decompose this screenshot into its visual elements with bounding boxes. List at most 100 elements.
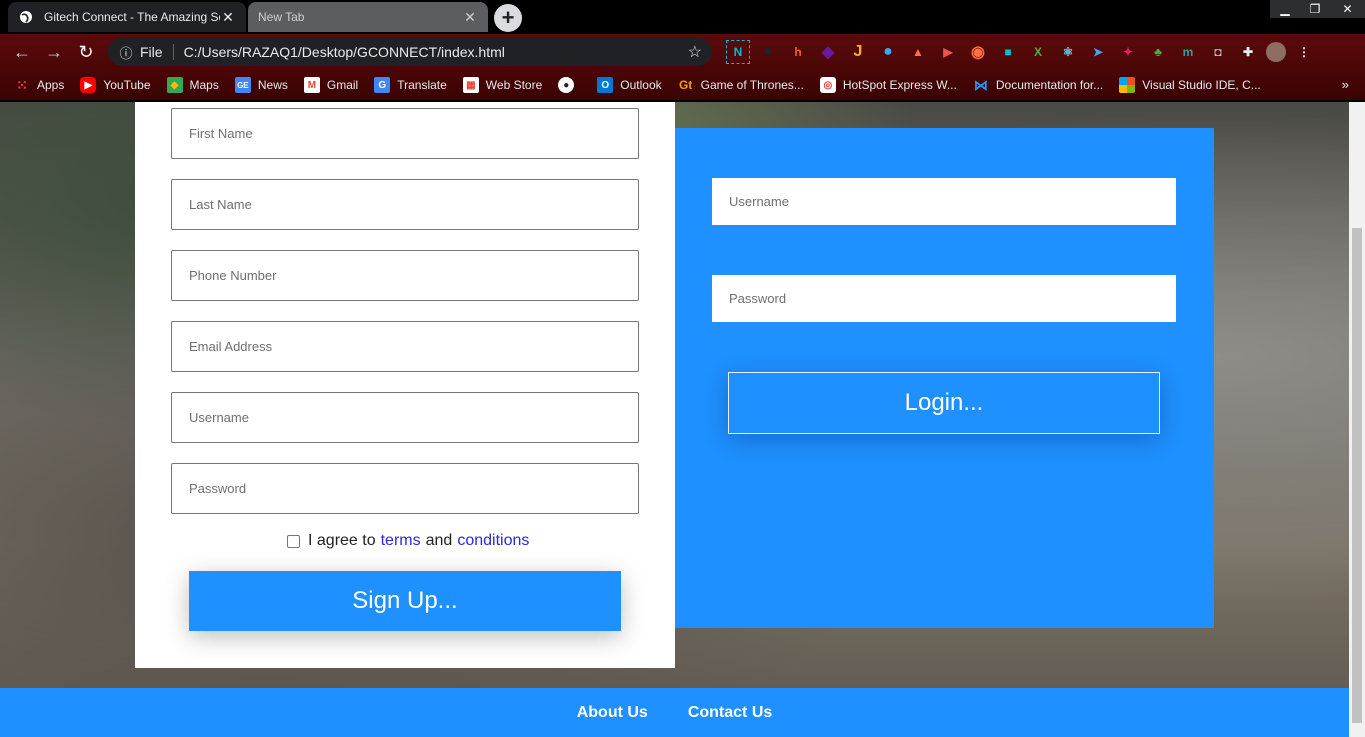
bookmark-maps[interactable]: ◆ Maps <box>166 77 219 93</box>
bookmark-visualstudio[interactable]: Visual Studio IDE, C... <box>1119 77 1261 93</box>
phone-field[interactable] <box>171 250 639 301</box>
login-username-input[interactable] <box>712 178 1176 225</box>
address-bar[interactable]: ⓘ File C:/Users/RAZAQ1/Desktop/GCONNECT/… <box>108 38 712 66</box>
gmail-icon: M <box>303 77 320 93</box>
bookmark-globe[interactable]: ● <box>558 77 581 93</box>
bookmark-label: Maps <box>189 78 219 92</box>
email-field[interactable] <box>171 321 639 372</box>
bookmark-webstore[interactable]: ▦ Web Store <box>462 77 542 93</box>
notion-ext-icon[interactable]: N <box>726 40 750 64</box>
j-ext-icon[interactable]: J <box>846 40 870 64</box>
tab-gitech-connect[interactable]: Gitech Connect - The Amazing So ✕ <box>8 2 246 32</box>
color-ext-icon[interactable]: ✦ <box>1116 40 1140 64</box>
info-icon[interactable]: ⓘ <box>112 43 140 62</box>
restore-icon[interactable]: ❐ <box>1300 0 1330 18</box>
first-name-input[interactable] <box>172 109 638 158</box>
youtube-icon: ▶ <box>80 77 97 93</box>
vscode-icon: ⋈ <box>973 76 988 93</box>
extensions-area: N ● h ◆ J ● ▲ ▶ ◉ ■ X ⚛ ➤ ✦ ♣ m ◘ ✚ ⋮ <box>726 38 1322 66</box>
bulb-ext-icon[interactable]: ◘ <box>1206 40 1230 64</box>
login-password-input[interactable] <box>712 275 1176 322</box>
evernote-ext-icon[interactable]: ♣ <box>1146 40 1170 64</box>
close-icon[interactable]: ✕ <box>462 9 478 25</box>
forward-icon[interactable]: → <box>38 36 70 68</box>
agree-checkbox[interactable] <box>287 534 300 548</box>
login-username-field[interactable] <box>712 178 1176 225</box>
signup-username-field[interactable] <box>171 392 639 443</box>
vertical-scrollbar[interactable] <box>1349 102 1365 737</box>
bookmark-docs[interactable]: ⋈ Documentation for... <box>973 77 1103 93</box>
login-form: Login... <box>675 128 1214 628</box>
bookmark-gmail[interactable]: M Gmail <box>303 77 359 93</box>
signup-form: I agree to terms and conditions Sign Up.… <box>135 102 675 668</box>
email-input[interactable] <box>172 322 638 371</box>
signup-username-input[interactable] <box>172 393 638 442</box>
terms-link[interactable]: terms <box>381 532 421 550</box>
signup-button[interactable]: Sign Up... <box>189 571 621 631</box>
bookmark-label: Game of Thrones... <box>700 78 804 92</box>
webstore-icon: ▦ <box>462 77 479 93</box>
bookmark-label: Visual Studio IDE, C... <box>1142 78 1261 92</box>
apps-grid-icon: ⁙ <box>16 76 28 93</box>
login-button[interactable]: Login... <box>728 372 1160 434</box>
bookmark-outlook[interactable]: O Outlook <box>597 77 662 93</box>
scrollbar-thumb[interactable] <box>1352 228 1362 723</box>
honey-ext-icon[interactable]: h <box>786 40 810 64</box>
bookmark-youtube[interactable]: ▶ YouTube <box>80 77 151 93</box>
bookmark-label: Documentation for... <box>995 78 1104 92</box>
bookmark-apps[interactable]: ⁙ Apps <box>14 77 64 93</box>
new-tab-button[interactable]: + <box>494 4 522 32</box>
close-icon[interactable]: ✕ <box>220 9 236 25</box>
bookmark-news[interactable]: GE News <box>234 77 288 93</box>
bookmarks-overflow-icon[interactable]: » <box>1342 77 1349 92</box>
tab-title: New Tab <box>258 10 305 24</box>
bookmark-hotspot[interactable]: ◎ HotSpot Express W... <box>819 77 957 93</box>
diamond-ext-icon[interactable]: ◆ <box>816 40 840 64</box>
bookmark-label: Gmail <box>326 78 359 92</box>
window-close-icon[interactable]: ✕ <box>1330 0 1365 18</box>
record-ext-icon[interactable]: ▶ <box>936 40 960 64</box>
back-icon[interactable]: ← <box>6 36 38 68</box>
signup-password-field[interactable] <box>171 463 639 514</box>
login-password-field[interactable] <box>712 275 1176 322</box>
bookmark-translate[interactable]: G Translate <box>374 77 447 93</box>
url-text: C:/Users/RAZAQ1/Desktop/GCONNECT/index.h… <box>183 44 505 60</box>
bookmark-star-icon[interactable]: ☆ <box>688 42 702 62</box>
bookmark-label: News <box>257 78 288 92</box>
first-name-field[interactable] <box>171 108 639 159</box>
shield-ext-icon[interactable]: ● <box>876 40 900 64</box>
minimize-icon[interactable]: ▁ <box>1270 0 1300 18</box>
news-icon: GE <box>234 77 251 93</box>
microsoft-icon <box>1119 77 1136 93</box>
fire-ext-icon[interactable]: ▲ <box>906 40 930 64</box>
page-viewport: I agree to terms and conditions Sign Up.… <box>0 102 1349 737</box>
cube-ext-icon[interactable]: ■ <box>996 40 1020 64</box>
terms-agreement: I agree to terms and conditions <box>287 532 534 550</box>
last-name-field[interactable] <box>171 179 639 230</box>
m-ext-icon[interactable]: m <box>1176 40 1200 64</box>
avatar[interactable] <box>1266 42 1286 62</box>
contact-us-link[interactable]: Contact Us <box>688 704 772 722</box>
bookmark-label: HotSpot Express W... <box>842 78 957 92</box>
ring-ext-icon[interactable]: ◉ <box>966 40 990 64</box>
agree-and: and <box>425 532 453 549</box>
about-us-link[interactable]: About Us <box>577 704 648 722</box>
signup-password-input[interactable] <box>172 464 638 513</box>
bookmark-label: Translate <box>397 78 447 92</box>
agree-prefix: I agree to <box>308 532 376 549</box>
cursor-ext-icon[interactable]: ➤ <box>1086 40 1110 64</box>
react-ext-icon[interactable]: ⚛ <box>1056 40 1080 64</box>
reload-icon[interactable]: ↻ <box>70 36 102 68</box>
bookmark-got[interactable]: Gt Game of Thrones... <box>678 77 804 93</box>
conditions-link[interactable]: conditions <box>457 532 529 550</box>
puzzle-icon[interactable]: ✚ <box>1236 40 1260 64</box>
phone-input[interactable] <box>172 251 638 300</box>
last-name-input[interactable] <box>172 180 638 229</box>
maps-icon: ◆ <box>166 77 183 93</box>
mask-ext-icon[interactable]: ● <box>756 40 780 64</box>
browser-toolbar: ← → ↻ ⓘ File C:/Users/RAZAQ1/Desktop/GCO… <box>0 34 1365 70</box>
x-ext-icon[interactable]: X <box>1026 40 1050 64</box>
url-scheme: File <box>140 44 174 60</box>
tab-new-tab[interactable]: New Tab ✕ <box>248 2 488 32</box>
menu-kebab-icon[interactable]: ⋮ <box>1292 40 1316 64</box>
